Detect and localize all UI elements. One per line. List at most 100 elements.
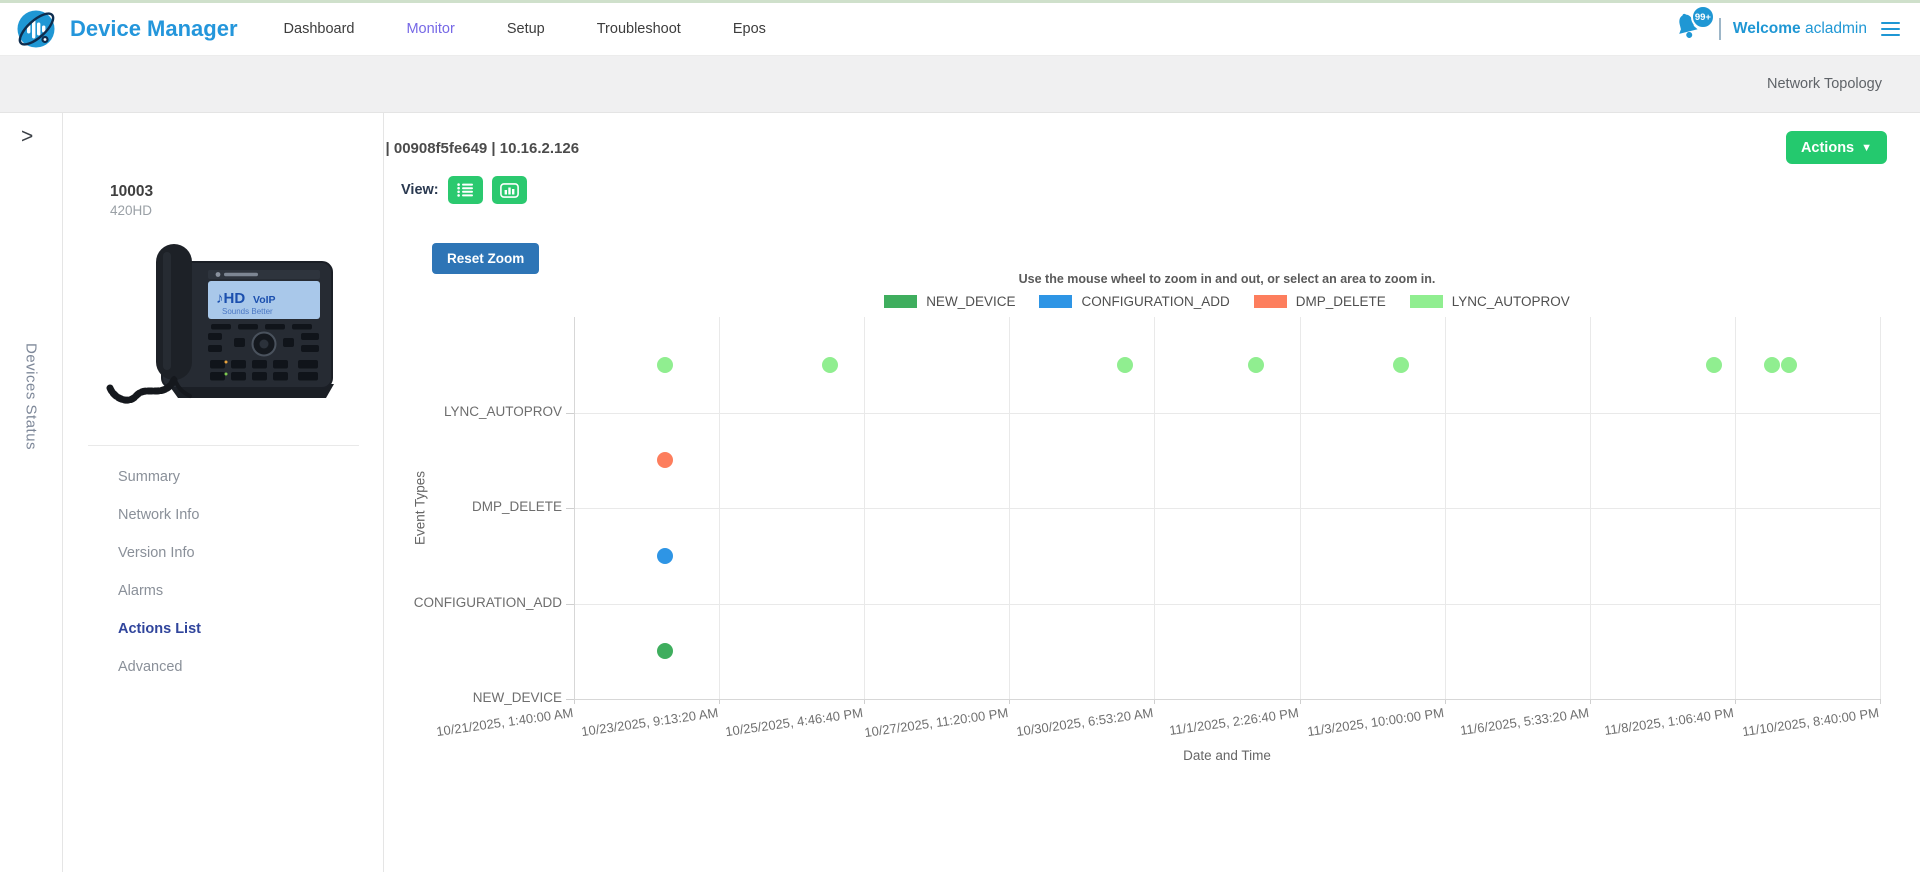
nav-item-setup[interactable]: Setup xyxy=(507,21,545,37)
welcome-user[interactable]: Welcome acladmin xyxy=(1733,20,1867,38)
data-point-dmp_delete[interactable] xyxy=(657,452,673,468)
menu-item-summary[interactable]: Summary xyxy=(64,458,383,496)
nav-item-epos[interactable]: Epos xyxy=(733,21,766,37)
device-info-panel: 10003 420HD ♪HD VoIP Sounds Better xyxy=(64,113,384,872)
legend-label: CONFIGURATION_ADD xyxy=(1081,294,1229,309)
menu-item-alarms[interactable]: Alarms xyxy=(64,572,383,610)
nav-item-dashboard[interactable]: Dashboard xyxy=(284,21,355,37)
x-axis-tick xyxy=(1880,699,1881,704)
legend-label: NEW_DEVICE xyxy=(926,294,1015,309)
phone-image: ♪HD VoIP Sounds Better xyxy=(98,232,350,410)
chart-legend: NEW_DEVICE CONFIGURATION_ADD DMP_DELETE LYN… xyxy=(574,294,1880,309)
app-screen: Device Manager Dashboard Monitor Setup Trou… xyxy=(0,0,1920,872)
x-tick-label: 10/25/2025, 4:46:40 PM xyxy=(725,705,865,739)
app-title: Device Manager xyxy=(70,16,238,42)
svg-text:♪HD: ♪HD xyxy=(216,290,245,307)
menu-item-actions-list[interactable]: Actions List xyxy=(64,610,383,648)
gridline-horizontal xyxy=(574,699,1880,700)
gridline-horizontal xyxy=(574,604,1880,605)
device-model: 420HD xyxy=(110,203,383,218)
app-logo-icon xyxy=(14,6,60,52)
view-list-button[interactable] xyxy=(448,176,483,204)
collapsed-sidebar: > Devices Status xyxy=(0,113,63,872)
view-label: View: xyxy=(401,182,439,198)
x-tick-label: 10/23/2025, 9:13:20 AM xyxy=(580,705,719,739)
x-tick-label: 10/21/2025, 1:40:00 AM xyxy=(435,705,574,739)
actions-dropdown-button[interactable]: Actions ▼ xyxy=(1786,131,1887,164)
data-point-lync_autoprov[interactable] xyxy=(1764,357,1780,373)
svg-text:Sounds Better: Sounds Better xyxy=(222,307,273,316)
list-view-icon xyxy=(457,183,474,197)
menu-item-network-info[interactable]: Network Info xyxy=(64,496,383,534)
legend-item-dmp_delete[interactable]: DMP_DELETE xyxy=(1254,294,1386,309)
device-photo: ♪HD VoIP Sounds Better xyxy=(98,232,350,415)
reset-zoom-button[interactable]: Reset Zoom xyxy=(432,243,539,274)
menu-item-advanced[interactable]: Advanced xyxy=(64,648,383,686)
notifications-bell-button[interactable]: 99+ xyxy=(1673,11,1707,47)
legend-item-new_device[interactable]: NEW_DEVICE xyxy=(884,294,1015,309)
header-separator xyxy=(1719,18,1721,40)
data-point-lync_autoprov[interactable] xyxy=(1781,357,1797,373)
zoom-hint-text: Use the mouse wheel to zoom in and out, … xyxy=(574,272,1880,286)
y-tick-label: DMP_DELETE xyxy=(472,499,562,514)
view-toggle-row: View: xyxy=(401,176,527,204)
device-mac-ip: | 00908f5fe649 | 10.16.2.126 xyxy=(385,140,579,157)
bar-chart-view-icon xyxy=(500,183,519,198)
breadcrumb: Network Topology xyxy=(1767,76,1882,92)
legend-swatch xyxy=(1039,295,1072,308)
breadcrumb-bar: Network Topology xyxy=(0,56,1920,113)
sidebar-vertical-label[interactable]: Devices Status xyxy=(23,343,40,450)
view-chart-button[interactable] xyxy=(492,176,527,204)
y-tick-label: LYNC_AUTOPROV xyxy=(444,404,562,419)
expand-sidebar-chevron-icon[interactable]: > xyxy=(21,125,33,149)
x-tick-label: 10/27/2025, 11:20:00 PM xyxy=(864,705,1010,740)
legend-swatch xyxy=(1254,295,1287,308)
gridline-horizontal xyxy=(574,508,1880,509)
caret-down-icon: ▼ xyxy=(1861,142,1872,154)
data-point-lync_autoprov[interactable] xyxy=(1248,357,1264,373)
x-tick-label: 11/6/2025, 5:33:20 AM xyxy=(1459,705,1590,738)
y-axis-tick xyxy=(566,699,574,700)
data-point-new_device[interactable] xyxy=(657,643,673,659)
legend-label: DMP_DELETE xyxy=(1296,294,1386,309)
legend-item-configuration_add[interactable]: CONFIGURATION_ADD xyxy=(1039,294,1229,309)
y-axis-tick xyxy=(566,413,574,414)
y-axis-tick xyxy=(566,604,574,605)
nav-item-monitor[interactable]: Monitor xyxy=(406,21,454,37)
data-point-lync_autoprov[interactable] xyxy=(1117,357,1133,373)
x-tick-label: 11/1/2025, 2:26:40 PM xyxy=(1168,705,1299,738)
gridline-vertical xyxy=(1880,317,1881,699)
data-point-configuration_add[interactable] xyxy=(657,548,673,564)
gridline-horizontal xyxy=(574,413,1880,414)
menu-item-version-info[interactable]: Version Info xyxy=(64,534,383,572)
svg-text:VoIP: VoIP xyxy=(253,294,276,306)
legend-label: LYNC_AUTOPROV xyxy=(1452,294,1570,309)
top-navbar: Device Manager Dashboard Monitor Setup Trou… xyxy=(0,3,1920,56)
actions-button-label: Actions xyxy=(1801,140,1854,156)
y-tick-label: NEW_DEVICE xyxy=(473,690,562,705)
x-tick-label: 11/10/2025, 8:40:00 PM xyxy=(1742,705,1881,739)
hamburger-menu-button[interactable] xyxy=(1879,18,1902,41)
x-tick-label: 11/8/2025, 1:06:40 PM xyxy=(1604,705,1735,738)
y-axis-title: Event Types xyxy=(413,471,428,545)
nav-item-troubleshoot[interactable]: Troubleshoot xyxy=(597,21,681,37)
main-nav: Dashboard Monitor Setup Troubleshoot Epos xyxy=(284,21,766,37)
data-point-lync_autoprov[interactable] xyxy=(1706,357,1722,373)
username: acladmin xyxy=(1805,20,1867,37)
y-tick-label: CONFIGURATION_ADD xyxy=(414,595,562,610)
data-point-lync_autoprov[interactable] xyxy=(1393,357,1409,373)
x-axis-title: Date and Time xyxy=(574,748,1880,763)
data-point-lync_autoprov[interactable] xyxy=(822,357,838,373)
panel-divider xyxy=(88,445,359,446)
device-id: 10003 xyxy=(110,183,383,201)
y-axis-tick xyxy=(566,508,574,509)
notifications-count-badge[interactable]: 99+ xyxy=(1691,5,1715,29)
legend-swatch xyxy=(884,295,917,308)
x-tick-label: 10/30/2025, 6:53:20 AM xyxy=(1016,705,1155,739)
welcome-label: Welcome xyxy=(1733,20,1801,37)
data-point-lync_autoprov[interactable] xyxy=(657,357,673,373)
x-tick-label: 11/3/2025, 10:00:00 PM xyxy=(1306,705,1445,739)
y-axis-line xyxy=(574,317,575,700)
legend-item-lync_autoprov[interactable]: LYNC_AUTOPROV xyxy=(1410,294,1570,309)
legend-swatch xyxy=(1410,295,1443,308)
